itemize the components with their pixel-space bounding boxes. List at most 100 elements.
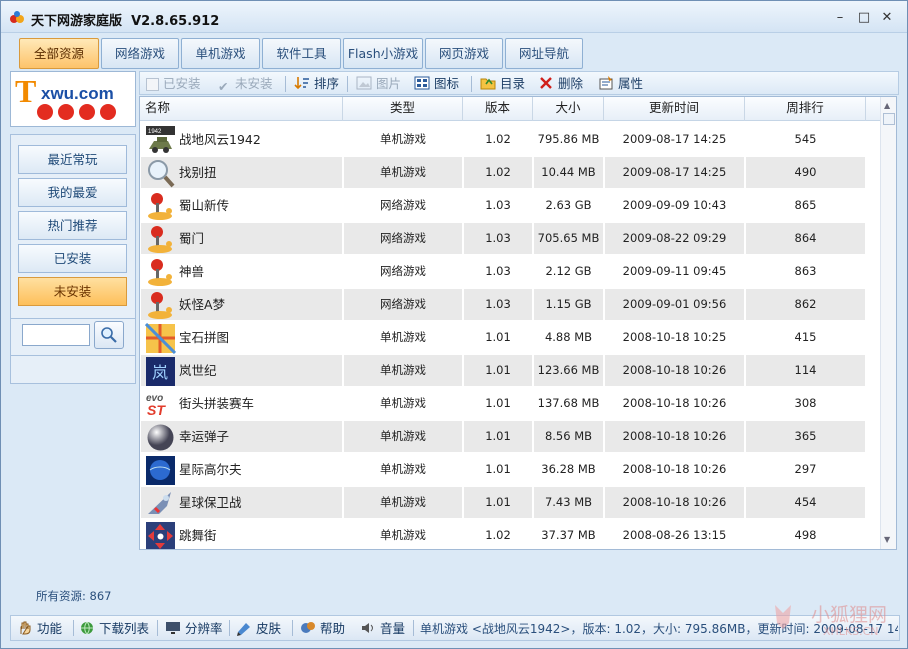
table-row[interactable]: 蜀门 网络游戏 1.03 705.65 MB 2009-08-22 09:29 864 <box>140 222 866 255</box>
cell-update-time: 2008-10-18 10:26 <box>605 421 744 452</box>
title-bar[interactable]: 天下网游家庭版 V2.8.65.912 – □ ✕ <box>1 1 907 33</box>
cell-name: 星际高尔夫 <box>141 454 342 485</box>
skin-button[interactable]: 皮肤 <box>236 620 281 638</box>
table-row[interactable]: 妖怪A梦 网络游戏 1.03 1.15 GB 2009-09-01 09:56 862 <box>140 288 866 321</box>
game-name: 战地风云1942 <box>179 132 261 147</box>
table-row[interactable]: 神兽 网络游戏 1.03 2.12 GB 2009-09-11 09:45 863 <box>140 255 866 288</box>
resolution-button[interactable]: 分辨率 <box>165 620 223 638</box>
table-row[interactable]: 宝石拼图 单机游戏 1.01 4.88 MB 2008-10-18 10:25 415 <box>140 321 866 355</box>
picture-icon <box>356 76 372 90</box>
cell-weekly-rank: 545 <box>794 132 817 146</box>
sort-button[interactable]: 排序 <box>294 75 339 93</box>
cell-size: 1.15 GB <box>534 289 603 320</box>
scroll-up-icon[interactable]: ▲ <box>884 101 890 110</box>
table-row[interactable]: 蜀山新传 网络游戏 1.03 2.63 GB 2009-09-09 10:43 865 <box>140 189 866 222</box>
sidebar-item-not-installed[interactable]: 未安装 <box>18 277 127 306</box>
tab-web-games[interactable]: 网页游戏 <box>425 38 503 69</box>
folder-open-icon <box>480 78 496 90</box>
catalog-button[interactable]: 目录 <box>480 75 525 93</box>
cell-update-time: 2008-10-18 10:26 <box>605 487 744 518</box>
checkbox-icon <box>146 78 159 91</box>
cell-name: 妖怪A梦 <box>141 289 342 320</box>
table-row[interactable]: 星际高尔夫 单机游戏 1.01 36.28 MB 2008-10-18 10:26 297 <box>140 453 866 486</box>
search-button[interactable] <box>94 321 124 349</box>
cell-name: 蜀门 <box>141 223 342 254</box>
cell-size: 36.28 MB <box>541 462 596 476</box>
cell-weekly-rank: 865 <box>794 198 817 212</box>
column-type[interactable]: 类型 <box>343 97 463 121</box>
spaceship-icon <box>145 488 176 519</box>
column-weekly-rank[interactable]: 周排行 <box>745 97 866 121</box>
tab-software-tools[interactable]: 软件工具 <box>262 38 341 69</box>
sidebar-item-favorites[interactable]: 我的最爱 <box>18 178 127 207</box>
game-list: 名称 类型 版本 大小 更新时间 周排行 1942 战地风云1942 单机游戏 1.0… <box>139 96 897 550</box>
delete-button[interactable]: 删除 <box>538 75 583 93</box>
joystick-icon <box>145 224 176 255</box>
table-row[interactable]: 1942 战地风云1942 单机游戏 1.02 795.86 MB 2009-08-17 … <box>140 123 866 156</box>
table-row[interactable]: 星球保卫战 单机游戏 1.01 7.43 MB 2008-10-18 10:26 454 <box>140 486 866 519</box>
sidebar-item-hot[interactable]: 热门推荐 <box>18 211 127 240</box>
cell-weekly-rank: 114 <box>746 355 865 386</box>
tab-all-resources[interactable]: 全部资源 <box>19 38 99 69</box>
scrollbar-thumb[interactable] <box>883 113 895 125</box>
picture-view-button[interactable]: 图片 <box>356 75 401 93</box>
icon-view-icon <box>414 76 430 90</box>
close-button[interactable]: ✕ <box>876 9 898 27</box>
icon-view-button[interactable]: 图标 <box>414 75 459 93</box>
maximize-icon: □ <box>857 10 871 25</box>
column-version[interactable]: 版本 <box>463 97 533 121</box>
vertical-scrollbar[interactable]: ▲ ▼ <box>880 97 896 549</box>
column-size[interactable]: 大小 <box>533 97 604 121</box>
tab-online-games[interactable]: 网络游戏 <box>101 38 179 69</box>
cell-name: 1942 战地风云1942 <box>141 124 342 155</box>
game-name: 星际高尔夫 <box>179 462 242 477</box>
cell-update-time: 2009-08-17 14:25 <box>605 157 744 188</box>
cell-size: 4.88 MB <box>544 330 593 344</box>
cell-weekly-rank: 490 <box>746 157 865 188</box>
cell-type: 网络游戏 <box>344 223 462 254</box>
cell-type: 单机游戏 <box>380 528 426 542</box>
column-name[interactable]: 名称 <box>140 97 343 121</box>
volume-button[interactable]: 音量 <box>360 620 405 638</box>
minimize-button[interactable]: – <box>829 9 851 27</box>
properties-button[interactable]: 属性 <box>598 75 643 93</box>
cell-type: 单机游戏 <box>380 462 426 476</box>
installed-checkbox[interactable]: 已安装 <box>146 75 201 93</box>
function-button[interactable]: 功能 <box>17 620 62 638</box>
logo: T xwu.com <box>10 71 136 127</box>
cell-update-time: 2008-08-26 13:15 <box>622 528 727 542</box>
not-installed-checkbox[interactable]: ✔ 未安装 <box>218 75 273 94</box>
table-row[interactable]: 幸运弹子 单机游戏 1.01 8.56 MB 2008-10-18 10:26 365 <box>140 420 866 453</box>
cell-update-time: 2009-09-09 10:43 <box>622 198 727 212</box>
sidebar-item-installed[interactable]: 已安装 <box>18 244 127 273</box>
game-name: 跳舞街 <box>179 528 217 543</box>
table-row[interactable]: 岚岚世纪 单机游戏 1.01 123.66 MB 2008-10-18 10:26 114 <box>140 354 866 387</box>
download-list-button[interactable]: 下载列表 <box>79 620 149 638</box>
tab-single-games[interactable]: 单机游戏 <box>181 38 260 69</box>
cell-name: 星球保卫战 <box>141 487 342 518</box>
table-row[interactable]: 跳舞街 单机游戏 1.02 37.37 MB 2008-08-26 13:15 498 <box>140 519 866 549</box>
cell-size: 705.65 MB <box>534 223 603 254</box>
help-button[interactable]: 帮助 <box>300 620 345 638</box>
column-update-time[interactable]: 更新时间 <box>604 97 745 121</box>
search-input[interactable] <box>22 324 90 346</box>
cell-name: evo ST 街头拼装赛车 <box>141 388 342 419</box>
cell-version: 1.03 <box>464 223 532 254</box>
svg-text:T: T <box>15 73 36 109</box>
table-row[interactable]: 找别扭 单机游戏 1.02 10.44 MB 2009-08-17 14:25 490 <box>140 156 866 189</box>
tab-site-nav[interactable]: 网址导航 <box>505 38 583 69</box>
delete-icon <box>540 77 552 89</box>
cell-update-time: 2009-08-17 14:25 <box>622 132 727 146</box>
txwu-logo-icon: T xwu.com <box>15 73 116 120</box>
cell-version: 1.03 <box>485 264 511 278</box>
watermark-text: 小狐狸网 <box>811 604 888 626</box>
help-icon <box>301 622 315 633</box>
cell-type: 单机游戏 <box>380 396 426 410</box>
maximize-button[interactable]: □ <box>853 9 875 27</box>
cell-update-time: 2008-10-18 10:25 <box>622 330 727 344</box>
game-name: 神兽 <box>179 264 205 279</box>
tab-flash-games[interactable]: Flash小游戏 <box>343 38 423 69</box>
table-row[interactable]: evo ST 街头拼装赛车 单机游戏 1.01 137.68 MB 2008-10-18 1… <box>140 387 866 420</box>
scroll-down-icon[interactable]: ▼ <box>884 535 890 544</box>
sidebar-item-recent[interactable]: 最近常玩 <box>18 145 127 174</box>
